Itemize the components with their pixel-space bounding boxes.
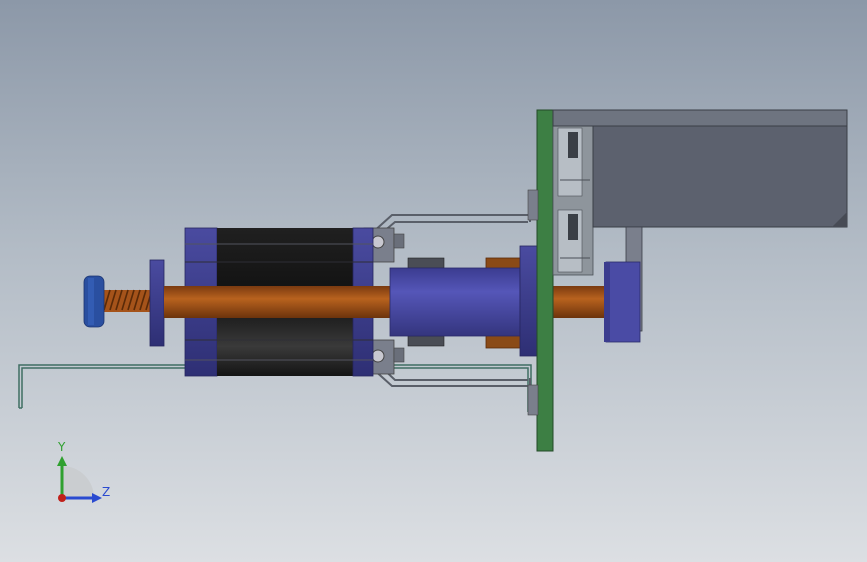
adjustment-knob — [83, 275, 105, 328]
z-axis-label: Z — [102, 485, 111, 499]
assembly-model[interactable] — [0, 0, 867, 562]
orientation-triad[interactable]: Y Z — [40, 436, 120, 516]
x-axis-origin — [58, 494, 66, 502]
triad-graphic — [57, 456, 102, 503]
sensor-block — [604, 226, 643, 343]
y-axis-label: Y — [58, 440, 66, 454]
lead-screw — [102, 289, 153, 312]
motor-housing — [552, 109, 848, 228]
triad-quadrant — [62, 466, 94, 498]
y-axis-head — [57, 456, 67, 466]
z-axis-head — [92, 493, 102, 503]
linear-guide-rails — [552, 124, 594, 276]
rear-flange — [149, 259, 165, 347]
cad-viewport[interactable]: Y Z — [0, 0, 867, 562]
